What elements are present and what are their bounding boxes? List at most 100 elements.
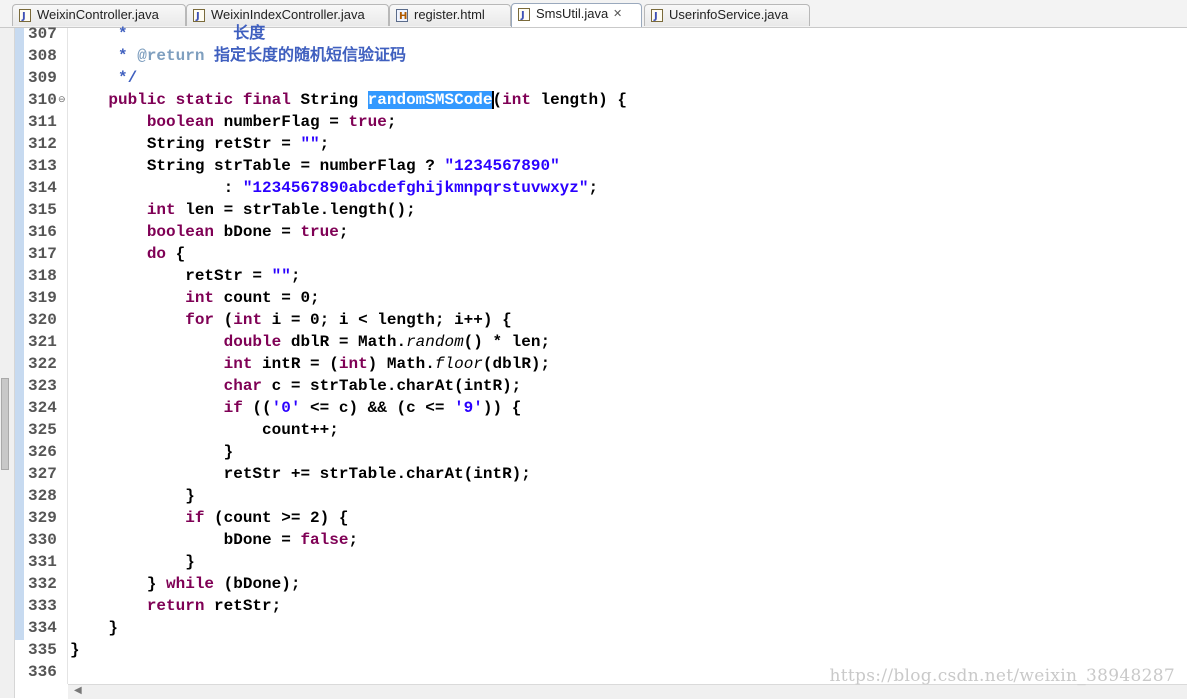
code-line-321[interactable]: double dblR = Math.random() * len; <box>70 331 550 353</box>
code-line-311[interactable]: boolean numberFlag = true; <box>70 111 397 133</box>
code-line-320[interactable]: for (int i = 0; i < length; i++) { <box>70 309 512 331</box>
code-text: (( <box>242 399 272 417</box>
code-text: (dblR); <box>482 355 551 373</box>
line-number: 335 <box>28 641 57 659</box>
line-number: 330 <box>28 531 57 549</box>
code-line-310[interactable]: public static final String randomSMSCode… <box>70 89 627 111</box>
line-number: 322 <box>28 355 57 373</box>
keyword: final <box>242 91 291 109</box>
javadoc-comment: 指定长度的随机短信验证码 <box>204 47 407 65</box>
keyword: int <box>233 311 263 329</box>
code-text: retStr = <box>185 267 272 285</box>
keyword: char <box>223 377 263 395</box>
keyword: double <box>223 333 282 351</box>
code-line-318[interactable]: retStr = ""; <box>70 265 300 287</box>
line-number: 307 <box>28 25 57 43</box>
line-number: 327 <box>28 465 57 483</box>
selected-method-name[interactable]: randomSMSCode <box>367 91 493 109</box>
code-line-307[interactable]: * 长度 <box>70 23 265 45</box>
javadoc-comment: */ <box>70 69 138 87</box>
code-text: bDone = <box>214 223 301 241</box>
code-line-334[interactable]: } <box>70 617 118 639</box>
code-line-329[interactable]: if (count >= 2) { <box>70 507 348 529</box>
javadoc-comment: * <box>70 47 138 65</box>
keyword: int <box>146 201 176 219</box>
code-line-330[interactable]: bDone = false; <box>70 529 358 551</box>
vertical-scrollbar[interactable] <box>0 28 15 698</box>
line-number: 313 <box>28 157 57 175</box>
close-icon[interactable]: ✕ <box>613 4 622 24</box>
char-literal: '9' <box>454 399 483 417</box>
code-text: length) { <box>530 91 627 109</box>
code-editor[interactable]: 307 308 309 310 ⊖ 311 312 313 314 315 31… <box>0 25 1187 698</box>
tab-label: WeixinIndexController.java <box>211 7 365 22</box>
static-method: floor <box>434 355 483 373</box>
char-literal: '0' <box>271 399 301 417</box>
code-text: } <box>223 443 234 461</box>
code-line-335[interactable]: } <box>70 639 80 661</box>
code-text: retStr += strTable.charAt(intR); <box>223 465 531 483</box>
code-line-324[interactable]: if (('0' <= c) && (c <= '9')) { <box>70 397 522 419</box>
code-text: ( <box>492 91 503 109</box>
line-number: 331 <box>28 553 57 571</box>
code-text: i = 0; i < length; i++) { <box>262 311 512 329</box>
javadoc-tag: @return <box>137 47 205 65</box>
line-number: 336 <box>28 663 57 681</box>
code-text: } <box>146 575 167 593</box>
line-number: 309 <box>28 69 57 87</box>
tab-userinfo-service[interactable]: UserinfoService.java <box>644 4 810 26</box>
code-line-323[interactable]: char c = strTable.charAt(intR); <box>70 375 522 397</box>
code-text: <= c) && (c <= <box>300 399 455 417</box>
code-text: count = 0; <box>214 289 320 307</box>
code-line-327[interactable]: retStr += strTable.charAt(intR); <box>70 463 531 485</box>
code-text: retStr; <box>204 597 282 615</box>
scroll-left-arrow-icon[interactable]: ◀ <box>74 685 82 696</box>
code-line-316[interactable]: boolean bDone = true; <box>70 221 349 243</box>
tab-label: register.html <box>414 7 485 22</box>
keyword: int <box>185 289 215 307</box>
fold-collapse-icon[interactable]: ⊖ <box>58 94 66 105</box>
line-number: 329 <box>28 509 57 527</box>
code-text: len = strTable.length(); <box>175 201 416 219</box>
code-line-328[interactable]: } <box>70 485 195 507</box>
code-line-314[interactable]: : "1234567890abcdefghijkmnpqrstuvwxyz"; <box>70 177 598 199</box>
code-line-326[interactable]: } <box>70 441 234 463</box>
code-line-313[interactable]: String strTable = numberFlag ? "12345678… <box>70 155 560 177</box>
tab-register-html[interactable]: register.html <box>389 4 511 26</box>
line-number: 311 <box>28 113 57 131</box>
line-number: 326 <box>28 443 57 461</box>
code-line-332[interactable]: } while (bDone); <box>70 573 301 595</box>
code-line-317[interactable]: do { <box>70 243 185 265</box>
keyword: static <box>175 91 234 109</box>
line-number: 319 <box>28 289 57 307</box>
code-line-312[interactable]: String retStr = ""; <box>70 133 329 155</box>
tab-label: WeixinController.java <box>37 7 159 22</box>
keyword: int <box>223 355 253 373</box>
code-text: ) Math. <box>367 355 435 373</box>
code-line-325[interactable]: count++; <box>70 419 339 441</box>
horizontal-scrollbar[interactable]: ◀ <box>68 684 1187 699</box>
code-line-309[interactable]: */ <box>70 67 137 89</box>
code-line-333[interactable]: return retStr; <box>70 595 281 617</box>
code-line-308[interactable]: * @return 指定长度的随机短信验证码 <box>70 45 406 67</box>
code-text: )) { <box>482 399 522 417</box>
html-file-icon <box>396 7 408 26</box>
line-number: 334 <box>28 619 57 637</box>
keyword: public <box>108 91 167 109</box>
line-number: 317 <box>28 245 57 263</box>
code-line-322[interactable]: int intR = (int) Math.floor(dblR); <box>70 353 551 375</box>
line-number: 323 <box>28 377 57 395</box>
line-number: 333 <box>28 597 57 615</box>
scrollbar-thumb[interactable] <box>1 378 9 470</box>
code-text: count++; <box>262 421 339 439</box>
keyword: do <box>146 245 167 263</box>
string-literal: "1234567890abcdefghijkmnpqrstuvwxyz" <box>242 179 589 197</box>
tab-smsutil[interactable]: SmsUtil.java ✕ <box>511 3 642 27</box>
code-line-319[interactable]: int count = 0; <box>70 287 320 309</box>
code-line-331[interactable]: } <box>70 551 195 573</box>
line-number: 321 <box>28 333 57 351</box>
keyword: return <box>146 597 205 615</box>
line-number: 318 <box>28 267 57 285</box>
code-line-315[interactable]: int len = strTable.length(); <box>70 199 416 221</box>
code-text: (bDone); <box>214 575 301 593</box>
